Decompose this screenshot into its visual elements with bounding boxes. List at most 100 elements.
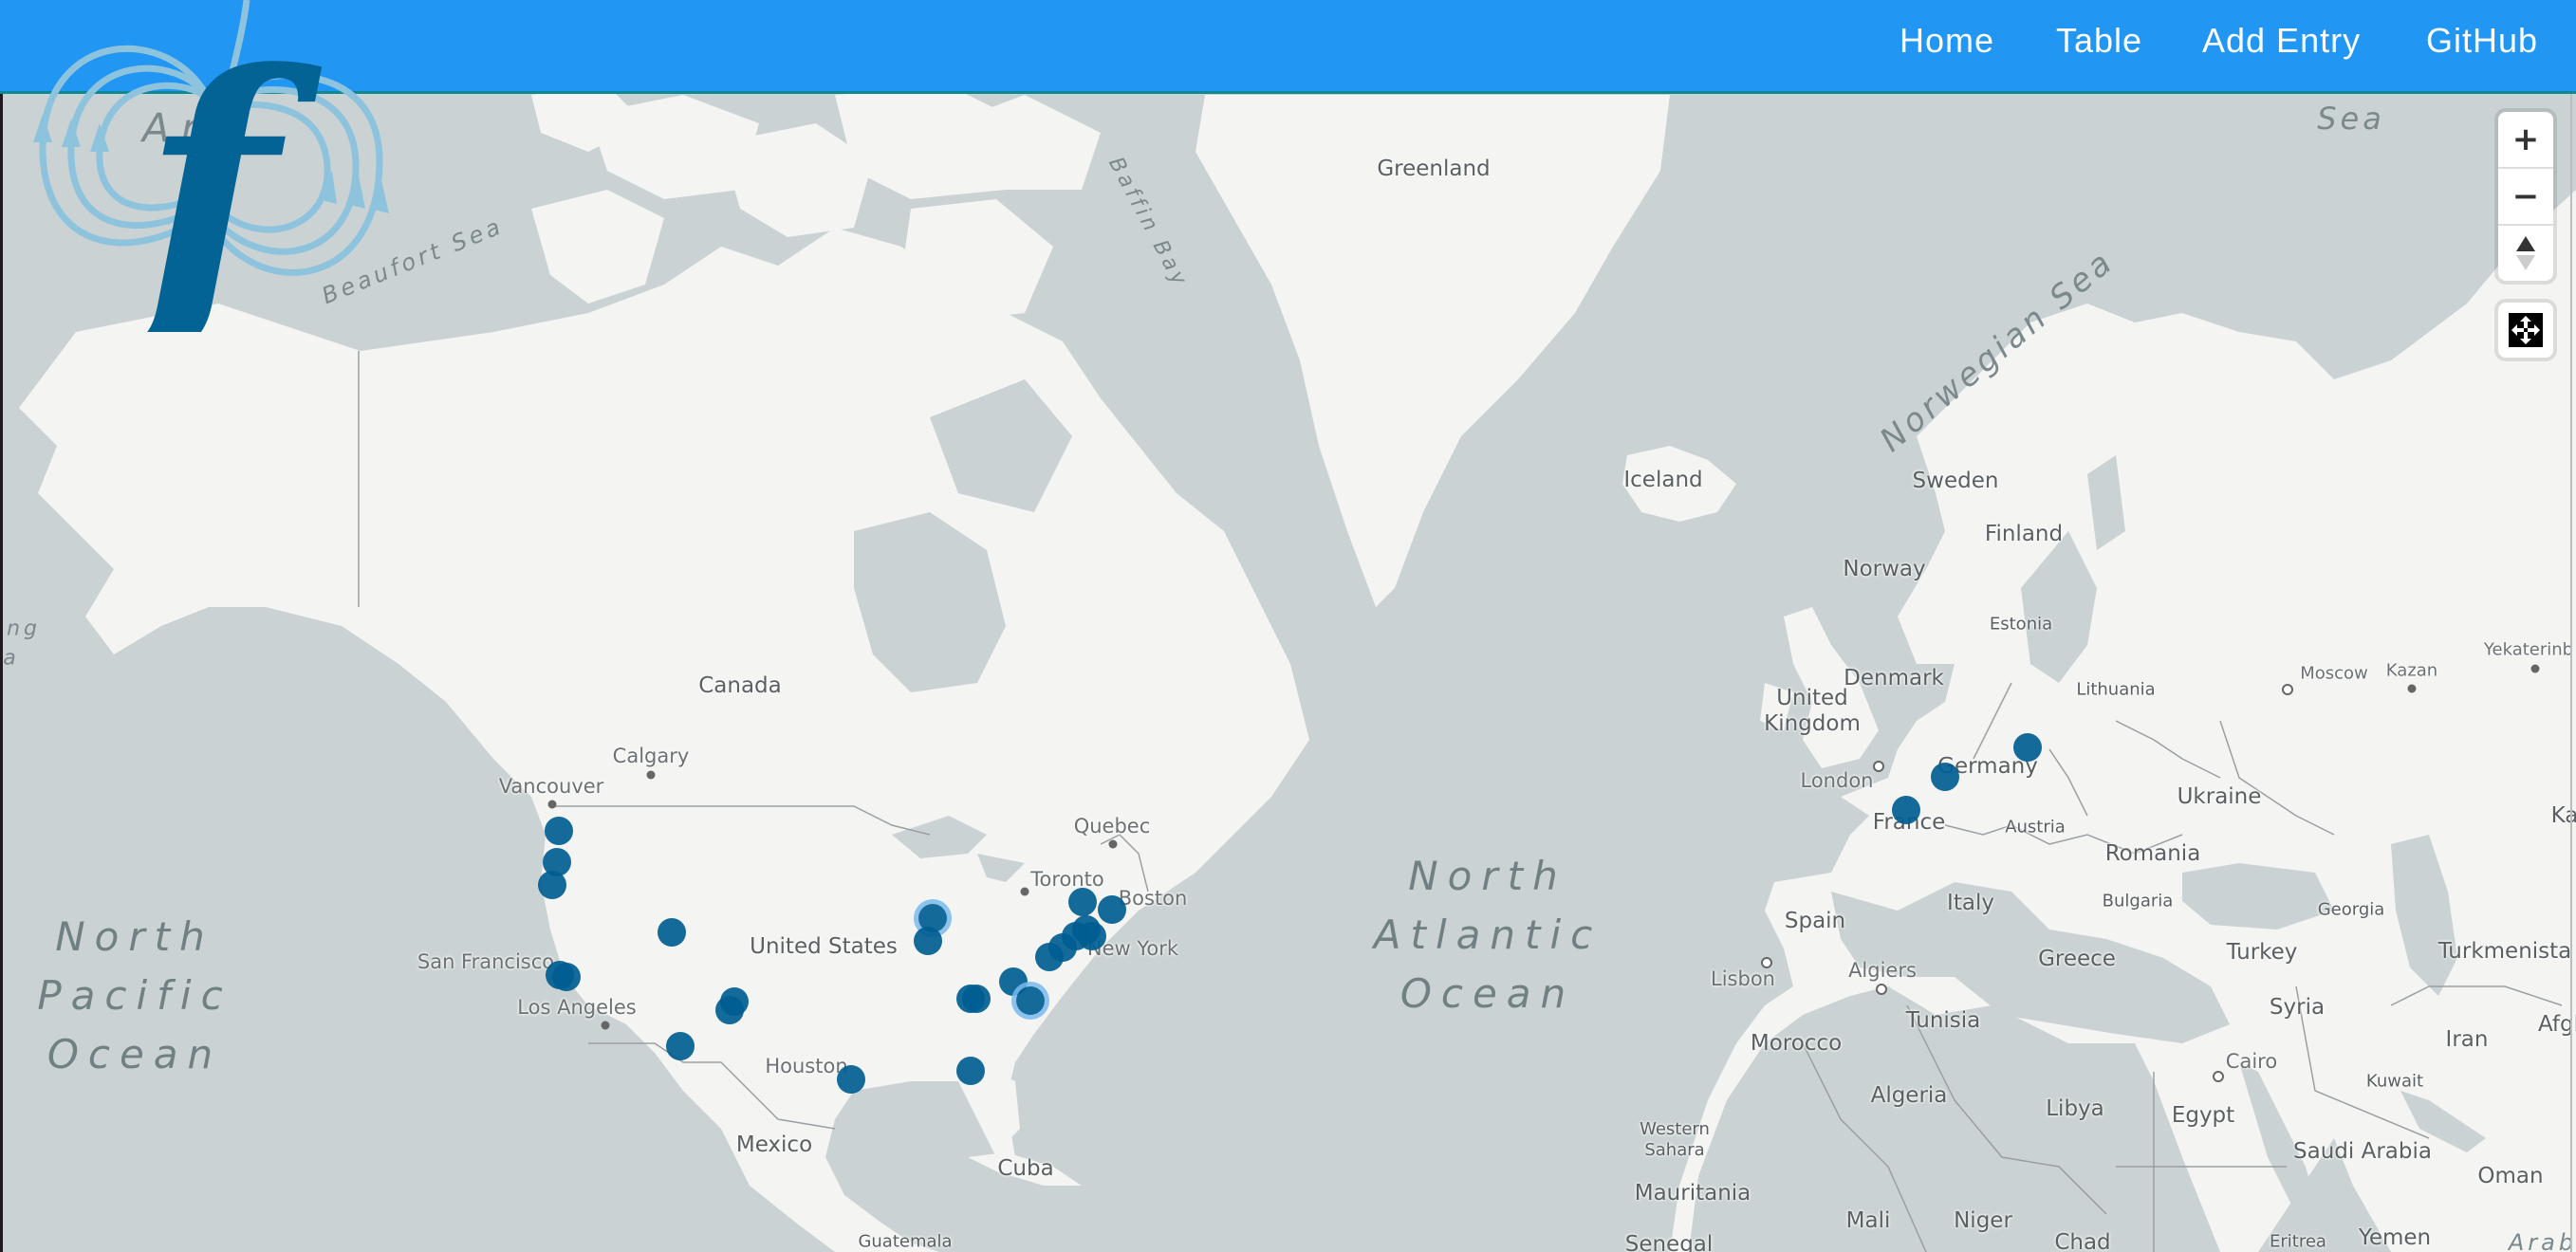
city-dot-quebec [1108, 839, 1118, 849]
country-label-turkey: Turkey [2226, 940, 2298, 965]
city-label-los-angeles: Los Angeles [517, 996, 637, 1019]
country-label-united-states: United States [750, 934, 898, 959]
map-marker[interactable] [1035, 943, 1064, 971]
city-label-cairo: Cairo [2225, 1050, 2278, 1073]
country-label-saudi-arabia: Saudi Arabia [2293, 1139, 2432, 1164]
country-label-iceland: Iceland [1623, 468, 1703, 492]
country-label-algeria: Algeria [1870, 1083, 1948, 1108]
map-marker[interactable] [666, 1032, 695, 1060]
city-label-kazan: Kazan [2385, 660, 2438, 681]
country-label-chad: Chad [2054, 1230, 2111, 1252]
map-marker[interactable] [2013, 733, 2042, 762]
map-marker[interactable] [538, 871, 566, 899]
city-label-algiers: Algiers [1848, 959, 1917, 982]
city-label-boston: Boston [1118, 887, 1188, 910]
fullscreen-button[interactable] [2498, 303, 2553, 358]
city-dot-toronto [1020, 887, 1029, 896]
country-label-senegal: Senegal [1624, 1232, 1714, 1252]
country-label-estonia: Estonia [1989, 614, 2053, 635]
country-label-canada: Canada [698, 673, 782, 698]
country-label-italy: Italy [1947, 891, 1994, 915]
city-dot-london [1873, 761, 1884, 772]
city-label-toronto: Toronto [1030, 868, 1104, 891]
city-dot-algiers [1876, 984, 1887, 995]
city-label-quebec: Quebec [1073, 815, 1151, 838]
nav-add-entry[interactable]: Add Entry [2202, 21, 2361, 61]
city-label-lisbon: Lisbon [1711, 967, 1775, 990]
country-label-ukraine: Ukraine [2177, 784, 2262, 809]
country-label-norway: Norway [1843, 557, 1926, 581]
country-label-mauritania: Mauritania [1634, 1181, 1751, 1206]
city-label-vancouver: Vancouver [498, 775, 604, 798]
nav-home[interactable]: Home [1900, 21, 1994, 61]
country-label-austria: Austria [2005, 817, 2066, 838]
map-marker[interactable] [1016, 986, 1045, 1015]
map-marker[interactable] [1931, 763, 1959, 791]
water-label-arab-partial: Arab [2508, 1229, 2576, 1252]
city-label-san-francisco: San Francisco [417, 950, 555, 973]
fullscreen-icon [2509, 313, 2543, 347]
country-label-guatemala: Guatemala [858, 1231, 953, 1252]
country-label-libya: Libya [2046, 1096, 2104, 1121]
nav-table[interactable]: Table [2056, 21, 2142, 61]
city-label-moscow: Moscow [2300, 663, 2368, 684]
ocean-label-north-pacific: North Pacific Ocean [37, 913, 232, 1077]
map-navigation-control: + − [2498, 112, 2553, 281]
country-label-spain: Spain [1784, 909, 1846, 933]
water-label-sea: Sea [2317, 101, 2385, 137]
city-dot-yekaterinburg [2530, 664, 2540, 673]
country-label-tunisia: Tunisia [1905, 1008, 1981, 1033]
map-marker[interactable] [1068, 888, 1097, 916]
logo-f-glyph: f [122, 5, 323, 332]
country-label-mexico: Mexico [735, 1132, 813, 1157]
compass-button[interactable] [2498, 226, 2553, 281]
map-marker[interactable] [1098, 895, 1126, 924]
city-dot-los-angeles [601, 1021, 610, 1030]
country-label-finland: Finland [1984, 522, 2064, 546]
city-dot-moscow [2282, 684, 2293, 695]
field-lines-f-logo[interactable]: f [28, 0, 389, 332]
nav-github[interactable]: GitHub [2426, 21, 2538, 61]
fullscreen-control [2498, 303, 2553, 358]
country-label-eritrea: Eritrea [2270, 1231, 2326, 1252]
water-label-bering-partial-2: a [3, 646, 20, 671]
country-label-syria: Syria [2269, 995, 2326, 1020]
zoom-out-button[interactable]: − [2498, 169, 2553, 226]
country-label-mali: Mali [1845, 1208, 1891, 1233]
country-label-lithuania: Lithuania [2076, 679, 2156, 700]
zoom-in-button[interactable]: + [2498, 112, 2553, 169]
country-label-yemen: Yemen [2358, 1225, 2432, 1250]
city-label-calgary: Calgary [612, 745, 690, 767]
north-america-landmass [19, 228, 1309, 1252]
map-marker[interactable] [956, 1057, 985, 1085]
country-label-turkmenistan: Turkmenista [2437, 939, 2572, 964]
map-right-edge [2570, 92, 2572, 1252]
map-marker[interactable] [545, 817, 573, 845]
country-label-georgia: Georgia [2317, 899, 2385, 920]
city-label-yekaterinburg: Yekaterinb [2483, 639, 2574, 660]
map-marker[interactable] [658, 918, 686, 947]
country-label-sweden: Sweden [1912, 469, 1999, 493]
city-dot-vancouver [547, 800, 557, 809]
country-label-kazakhstan-partial: Ka [2550, 803, 2576, 828]
city-dot-lisbon [1761, 957, 1772, 968]
map-marker[interactable] [1892, 796, 1920, 824]
map-marker[interactable] [962, 985, 991, 1013]
country-label-united-kingdom: United Kingdom [1764, 686, 1861, 736]
city-dot-cairo [2213, 1071, 2224, 1082]
country-label-romania: Romania [2104, 841, 2201, 866]
country-label-bulgaria: Bulgaria [2102, 891, 2174, 911]
map-marker[interactable] [914, 927, 942, 955]
city-dot-kazan [2407, 684, 2417, 693]
country-label-iran: Iran [2445, 1027, 2489, 1052]
city-dot-calgary [646, 770, 656, 780]
country-label-greece: Greece [2038, 947, 2116, 971]
map-marker[interactable] [715, 996, 744, 1024]
country-label-morocco: Morocco [1750, 1031, 1843, 1056]
country-label-niger: Niger [1954, 1208, 2012, 1233]
map-marker[interactable] [837, 1065, 865, 1094]
ocean-label-north-atlantic: North Atlantic Ocean [1373, 853, 1603, 1017]
map-marker[interactable] [552, 963, 581, 991]
country-label-kuwait: Kuwait [2365, 1071, 2424, 1092]
country-label-oman: Oman [2477, 1164, 2544, 1188]
